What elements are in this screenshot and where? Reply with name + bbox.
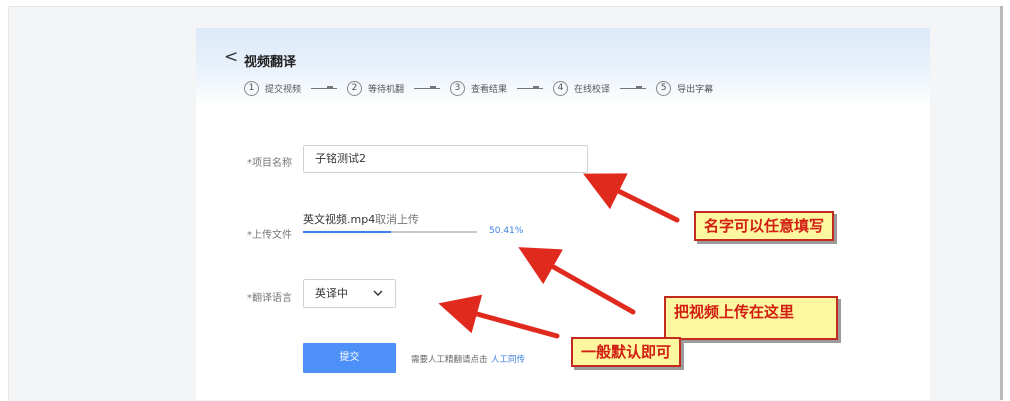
annotation-language-callout: 一般默认即可 xyxy=(571,337,682,367)
arrow-to-language xyxy=(438,294,560,339)
annotation-arrows xyxy=(438,173,680,339)
annotation-upload-callout: 把视频上传在这里 xyxy=(664,296,838,340)
arrow-to-upload xyxy=(518,247,636,315)
annotation-name-callout: 名字可以任意填写 xyxy=(694,211,835,241)
arrow-to-name-input xyxy=(583,173,680,223)
